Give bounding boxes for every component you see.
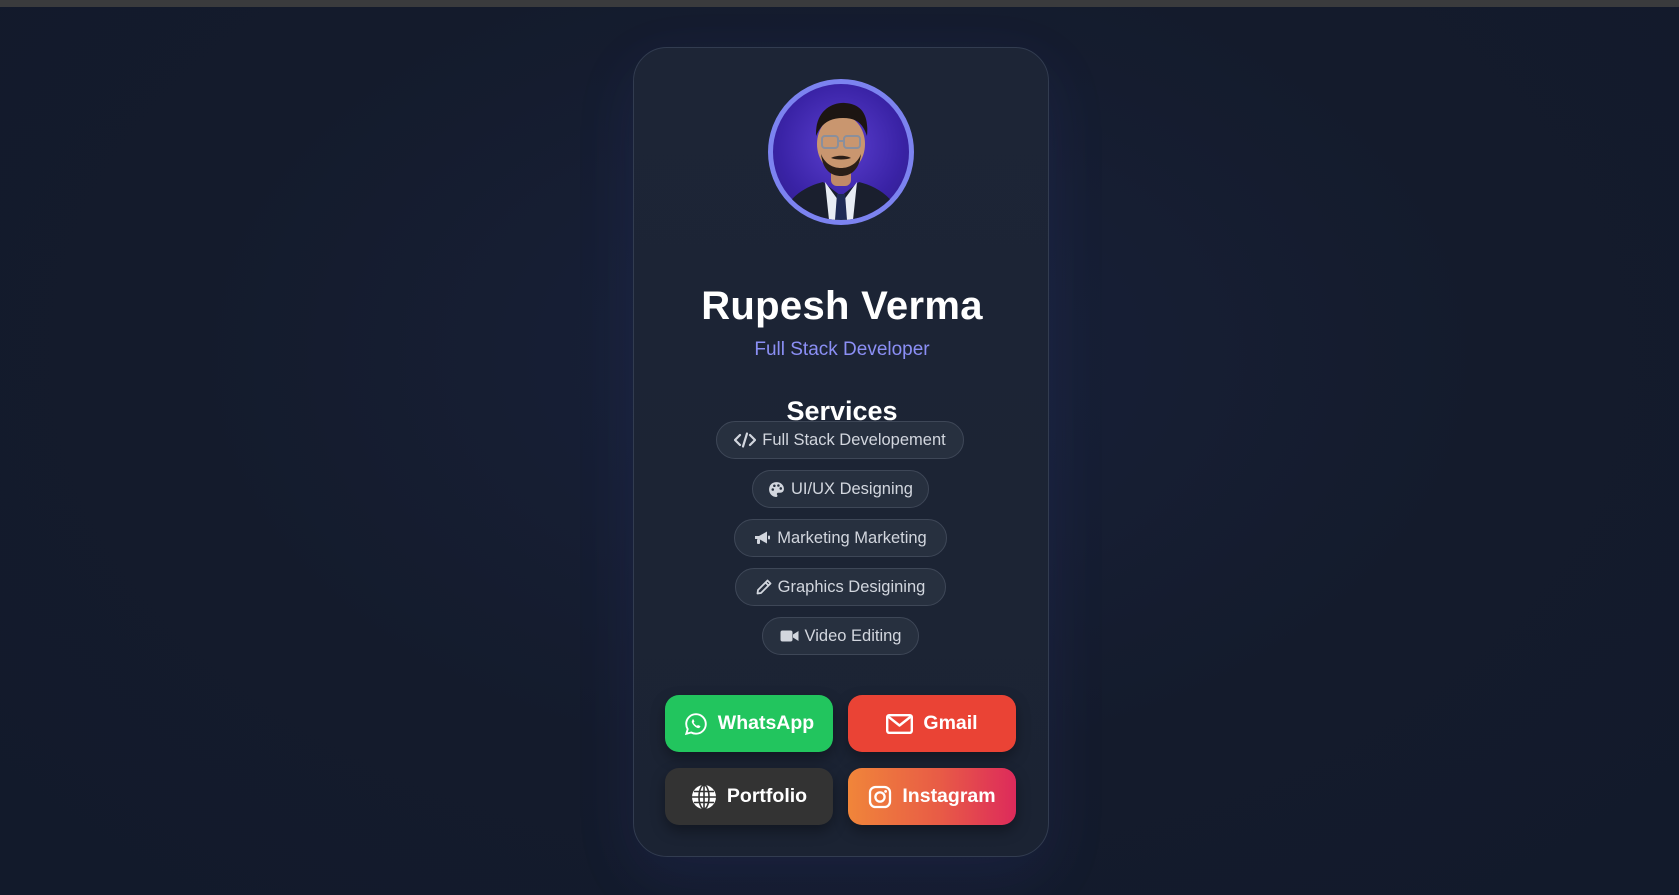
gmail-label: Gmail — [923, 712, 978, 734]
service-label: Video Editing — [804, 626, 902, 645]
instagram-icon — [869, 785, 892, 808]
video-camera-icon — [780, 630, 799, 642]
portfolio-button[interactable]: Portfolio — [665, 768, 833, 825]
profile-card: Rupesh Verma Full Stack Developer Servic… — [633, 47, 1049, 857]
service-chip-video: Video Editing — [762, 617, 919, 655]
code-icon — [734, 432, 757, 448]
globe-icon — [691, 783, 716, 810]
gmail-button[interactable]: Gmail — [848, 695, 1016, 752]
whatsapp-icon — [684, 712, 707, 735]
instagram-label: Instagram — [902, 785, 996, 807]
portfolio-label: Portfolio — [726, 785, 808, 807]
envelope-icon — [886, 713, 914, 734]
service-label: UI/UX Designing — [791, 479, 913, 498]
service-chip-graphics: Graphics Desigining — [735, 568, 946, 606]
service-chip-uiux: UI/UX Designing — [752, 470, 929, 508]
service-chip-marketing: Marketing Marketing — [734, 519, 947, 557]
service-label: Full Stack Developement — [762, 430, 946, 449]
profile-role: Full Stack Developer — [754, 339, 930, 360]
whatsapp-button[interactable]: WhatsApp — [665, 695, 833, 752]
service-label: Graphics Desigining — [777, 577, 926, 596]
service-chip-fullstack: Full Stack Developement — [716, 421, 964, 459]
megaphone-icon — [755, 531, 771, 544]
whatsapp-label: WhatsApp — [717, 712, 815, 734]
palette-icon — [769, 481, 784, 497]
service-label: Marketing Marketing — [777, 528, 927, 547]
instagram-button[interactable]: Instagram — [848, 768, 1016, 825]
profile-name: Rupesh Verma — [701, 284, 983, 328]
pencil-icon — [756, 579, 772, 595]
avatar — [768, 79, 914, 225]
avatar-photo — [781, 102, 901, 220]
browser-top-bar — [0, 0, 1679, 7]
